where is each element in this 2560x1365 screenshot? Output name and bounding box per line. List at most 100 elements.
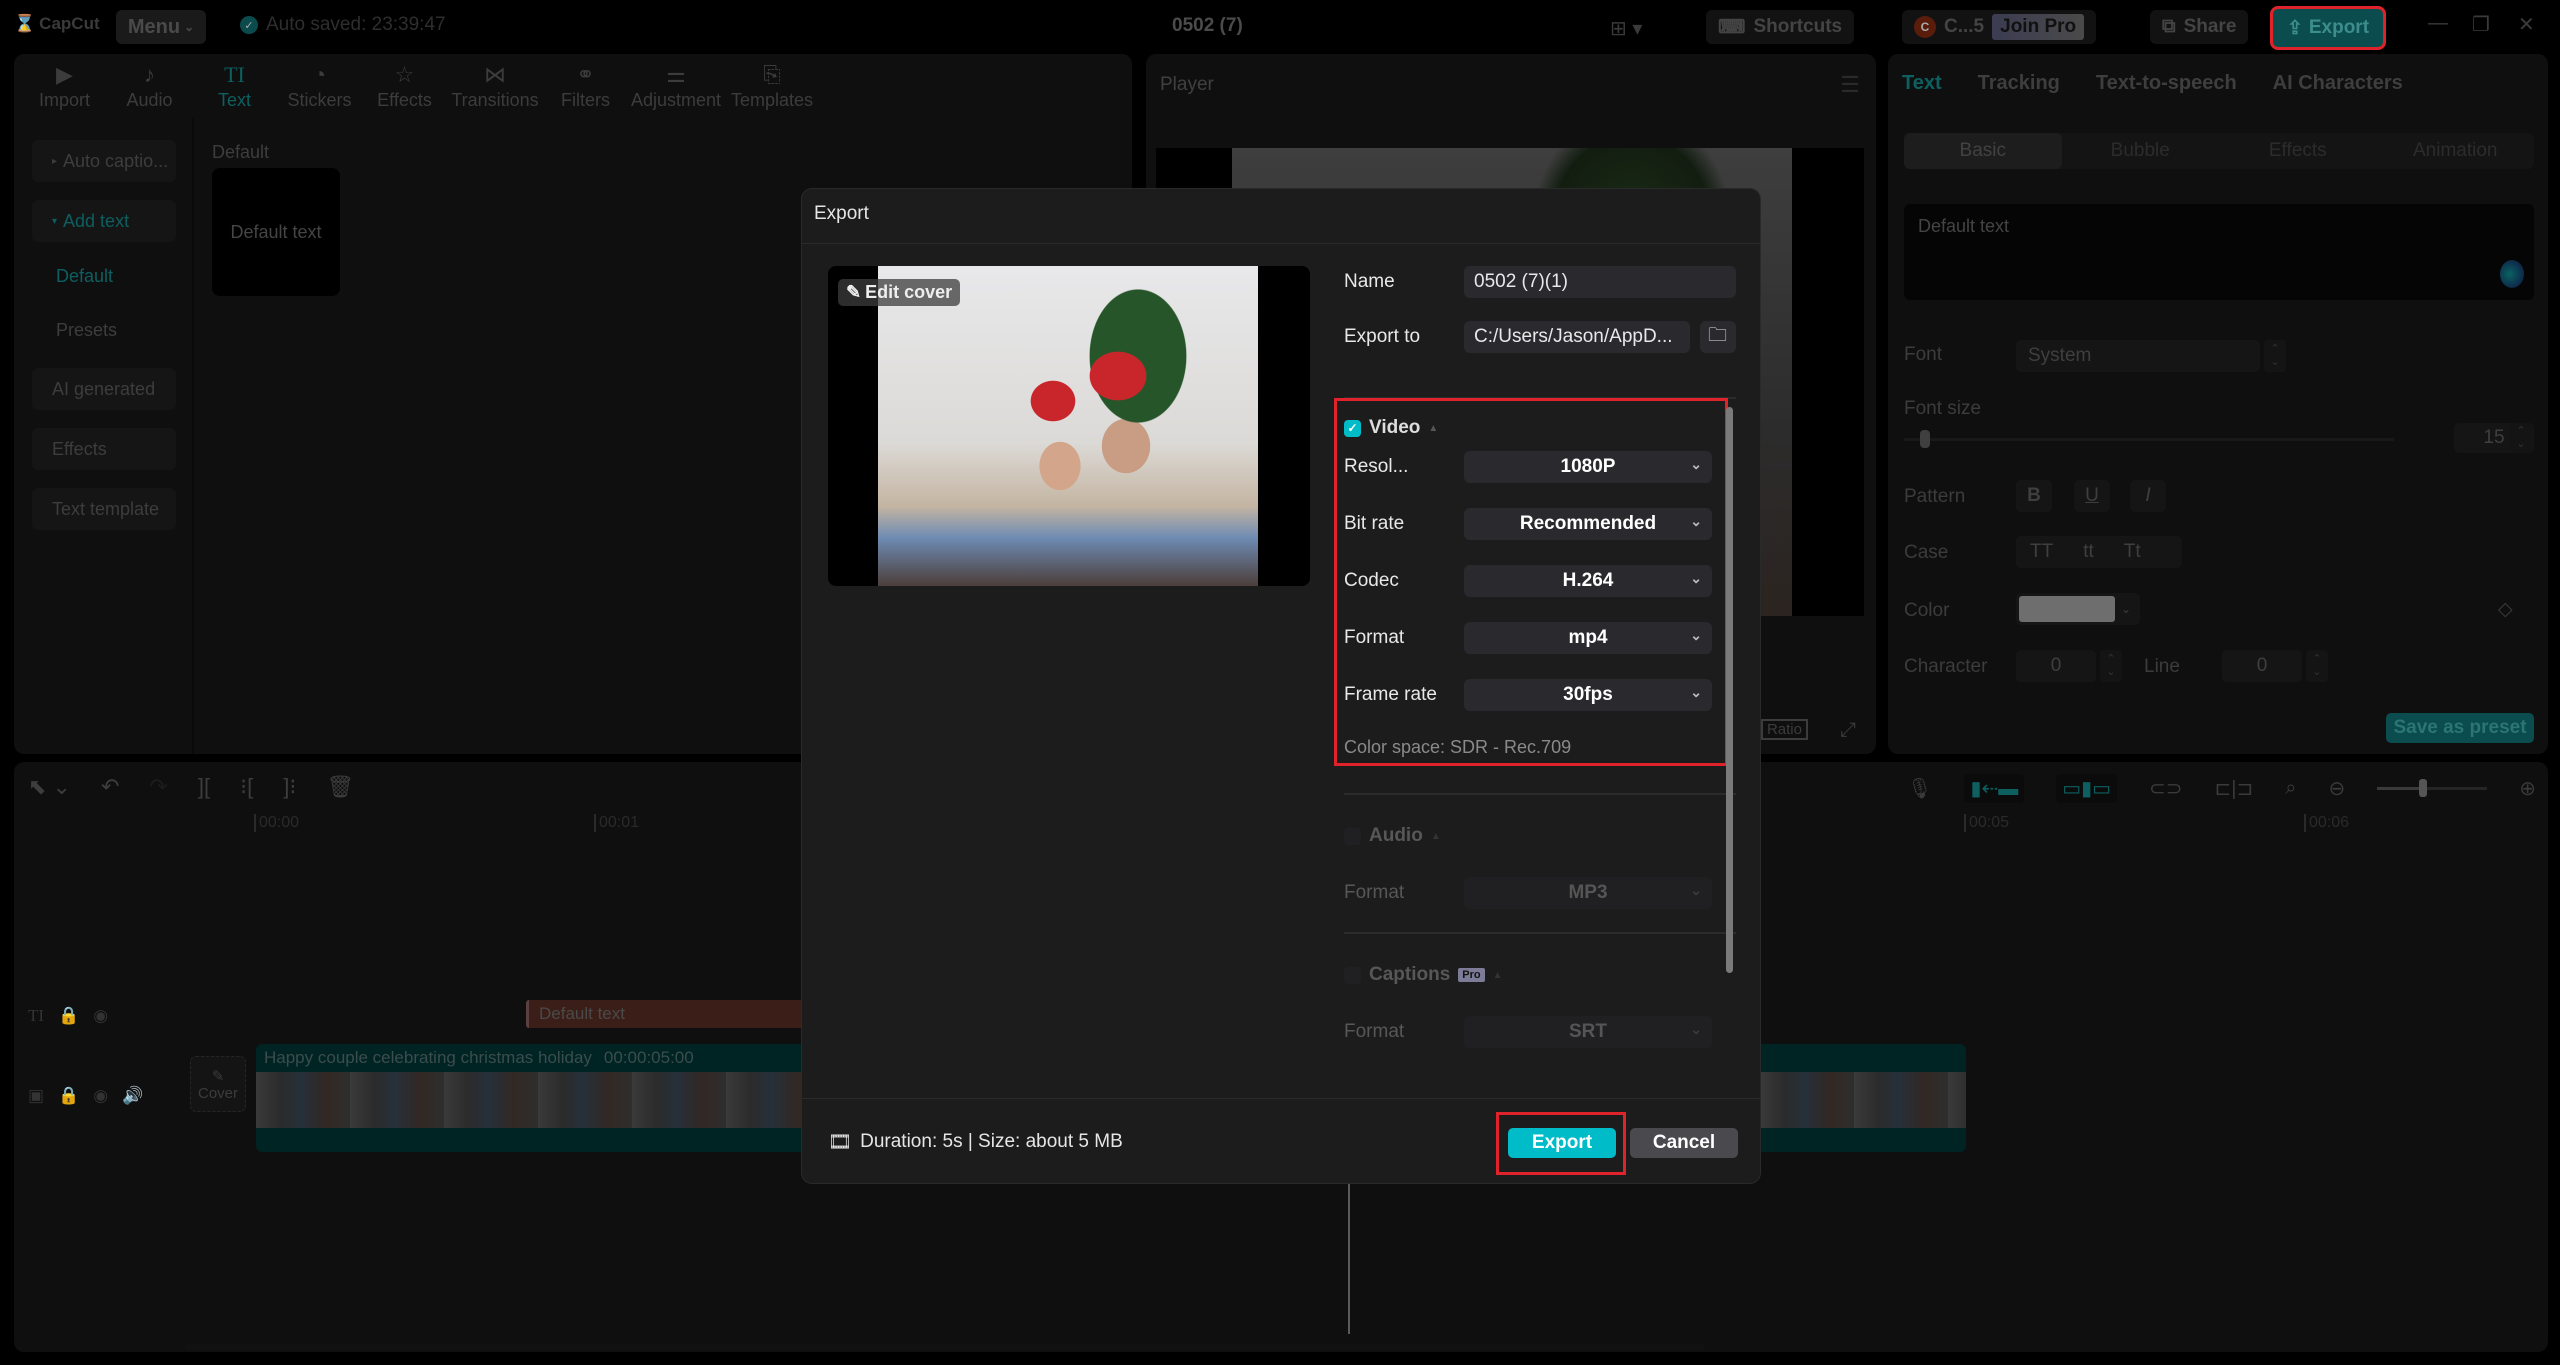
nav-ai-generated[interactable]: AI generated [32, 368, 176, 410]
save-as-preset-button[interactable]: Save as preset [2386, 713, 2534, 743]
tool-adjustment[interactable]: ⚌ Adjustment [628, 54, 724, 118]
video-section-header[interactable]: ✓ Video ▲ [1344, 417, 1438, 439]
collapse-icon[interactable]: ▲ [1493, 970, 1503, 981]
layout-icon[interactable]: ⊞ ▾ [1610, 16, 1642, 41]
split-view-icon[interactable]: ⊏|⊐ [2215, 776, 2254, 801]
visibility-icon[interactable]: ◉ [93, 1086, 108, 1106]
split-icon[interactable]: ][ [198, 774, 210, 800]
subtab-bubble[interactable]: Bubble [2062, 133, 2220, 169]
captions-section-header[interactable]: Captions Pro ▲ [1344, 964, 1503, 986]
character-spacing-input[interactable]: 0 [2016, 650, 2096, 682]
minimize-button[interactable]: — [2428, 12, 2448, 35]
collapse-icon[interactable]: ▲ [1431, 831, 1441, 842]
close-button[interactable]: ✕ [2518, 12, 2535, 37]
visibility-icon[interactable]: ◉ [93, 1006, 108, 1026]
join-pro-button[interactable]: Join Pro [1992, 14, 2085, 40]
bitrate-select[interactable]: Recommended ⌄ [1464, 508, 1712, 540]
edit-cover-button[interactable]: ✎ Edit cover [838, 279, 961, 306]
uppercase-button[interactable]: TT [2030, 541, 2053, 563]
main-track-magnet-icon[interactable]: ▮⇠▬ [1964, 774, 2025, 803]
subtab-basic[interactable]: Basic [1904, 133, 2062, 169]
lock-icon[interactable]: 🔒 [58, 1006, 79, 1026]
audio-format-select[interactable]: MP3 ⌄ [1464, 877, 1712, 909]
framerate-select[interactable]: 30fps ⌄ [1464, 679, 1712, 711]
video-checkbox[interactable]: ✓ [1344, 419, 1361, 437]
nav-auto-captions[interactable]: ▸ Auto captio... [32, 140, 176, 182]
bold-button[interactable]: B [2016, 480, 2052, 512]
lowercase-button[interactable]: tt [2083, 541, 2094, 563]
tool-text[interactable]: TI Text [192, 54, 277, 118]
format-select[interactable]: mp4 ⌄ [1464, 622, 1712, 654]
tab-tracking[interactable]: Tracking [1978, 72, 2060, 95]
codec-select[interactable]: H.264 ⌄ [1464, 565, 1712, 597]
microphone-icon[interactable]: 🎙 [1907, 776, 1932, 801]
subtab-effects[interactable]: Effects [2219, 133, 2377, 169]
nav-default[interactable]: Default [56, 266, 113, 287]
keyframe-icon[interactable]: ◇ [2498, 598, 2513, 621]
hamburger-icon[interactable]: ☰ [1840, 72, 1860, 98]
text-input[interactable]: Default text [1904, 204, 2534, 300]
tab-text-to-speech[interactable]: Text-to-speech [2096, 72, 2237, 95]
export-button[interactable]: Export [1508, 1128, 1616, 1158]
underline-button[interactable]: U [2074, 480, 2110, 512]
italic-button[interactable]: I [2130, 480, 2166, 512]
tab-ai-characters[interactable]: AI Characters [2273, 72, 2403, 95]
font-select[interactable]: System [2016, 340, 2260, 372]
cover-button[interactable]: ✎ Cover [190, 1056, 246, 1112]
auto-snap-icon[interactable]: ▭▮▭ [2056, 774, 2118, 803]
split-right-icon[interactable]: ]⁝ [283, 774, 296, 800]
titlecase-button[interactable]: Tt [2124, 541, 2141, 563]
nav-presets[interactable]: Presets [56, 320, 117, 341]
nav-add-text[interactable]: ▾ Add text [32, 200, 176, 242]
line-spacing-input[interactable]: 0 [2222, 650, 2302, 682]
undo-icon[interactable]: ↶ [101, 774, 119, 800]
audio-mute-icon[interactable]: 🔊 [122, 1086, 143, 1106]
captions-checkbox[interactable] [1344, 966, 1361, 984]
ruler-zoom-icon[interactable]: ⌕ [2285, 777, 2296, 800]
audio-checkbox[interactable] [1344, 827, 1361, 845]
select-tool-icon[interactable]: ⬉ ⌄ [28, 774, 71, 800]
font-size-slider[interactable] [1904, 438, 2394, 441]
audio-section-header[interactable]: Audio ▲ [1344, 825, 1441, 847]
tool-effects[interactable]: ☆ Effects [362, 54, 447, 118]
nav-text-template[interactable]: Text template [32, 488, 176, 530]
name-input[interactable]: 0502 (7)(1) [1464, 266, 1736, 298]
delete-icon[interactable]: 🗑 [326, 774, 354, 800]
shortcuts-button[interactable]: ⌨ Shortcuts [1706, 10, 1855, 44]
share-button[interactable]: ⧉ Share [2150, 10, 2249, 44]
timeline-zoom-slider[interactable] [2377, 779, 2488, 797]
playhead[interactable] [1348, 1184, 1350, 1334]
default-text-card[interactable]: Default text [212, 168, 340, 296]
ai-assistant-icon[interactable] [2500, 260, 2524, 288]
zoom-in-icon[interactable]: ⊕ [2519, 776, 2536, 801]
split-left-icon[interactable]: ⁝[ [240, 774, 253, 800]
timeline-scrollbar[interactable] [185, 1344, 1705, 1350]
maximize-button[interactable]: ❐ [2472, 12, 2490, 37]
ratio-button[interactable]: Ratio [1760, 719, 1808, 740]
link-icon[interactable]: ⊂⊃ [2149, 776, 2183, 801]
tool-import[interactable]: ▶ Import [22, 54, 107, 118]
zoom-out-icon[interactable]: ⊖ [2328, 776, 2345, 801]
font-stepper[interactable]: ⌃ ⌄ [2264, 340, 2286, 372]
folder-button[interactable]: 🗀 [1700, 321, 1736, 353]
redo-icon[interactable]: ↷ [149, 774, 167, 800]
menu-button[interactable]: Menu ⌄ [116, 10, 206, 44]
tool-transitions[interactable]: ⋈ Transitions [447, 54, 543, 118]
account-button[interactable]: C C...5 Join Pro [1902, 10, 2097, 44]
export-top-button[interactable]: ⇪ Export [2270, 6, 2386, 50]
tool-filters[interactable]: ⚭ Filters [543, 54, 628, 118]
cancel-button[interactable]: Cancel [1630, 1128, 1738, 1158]
subtab-animation[interactable]: Animation [2377, 133, 2535, 169]
font-size-slider-thumb[interactable] [1920, 430, 1930, 448]
text-clip[interactable]: Default text [526, 1000, 816, 1028]
nav-effects[interactable]: Effects [32, 428, 176, 470]
color-picker[interactable]: ⌄ [2016, 593, 2140, 625]
captions-format-select[interactable]: SRT ⌄ [1464, 1016, 1712, 1048]
tool-audio[interactable]: ♪ Audio [107, 54, 192, 118]
lock-icon[interactable]: 🔒 [58, 1086, 79, 1106]
resolution-select[interactable]: 1080P ⌄ [1464, 451, 1712, 483]
settings-scrollbar[interactable] [1726, 407, 1733, 973]
font-size-stepper[interactable]: ⌃ ⌄ [2510, 423, 2532, 453]
line-stepper[interactable]: ⌃ ⌄ [2306, 650, 2328, 682]
collapse-icon[interactable]: ▲ [1428, 423, 1438, 434]
